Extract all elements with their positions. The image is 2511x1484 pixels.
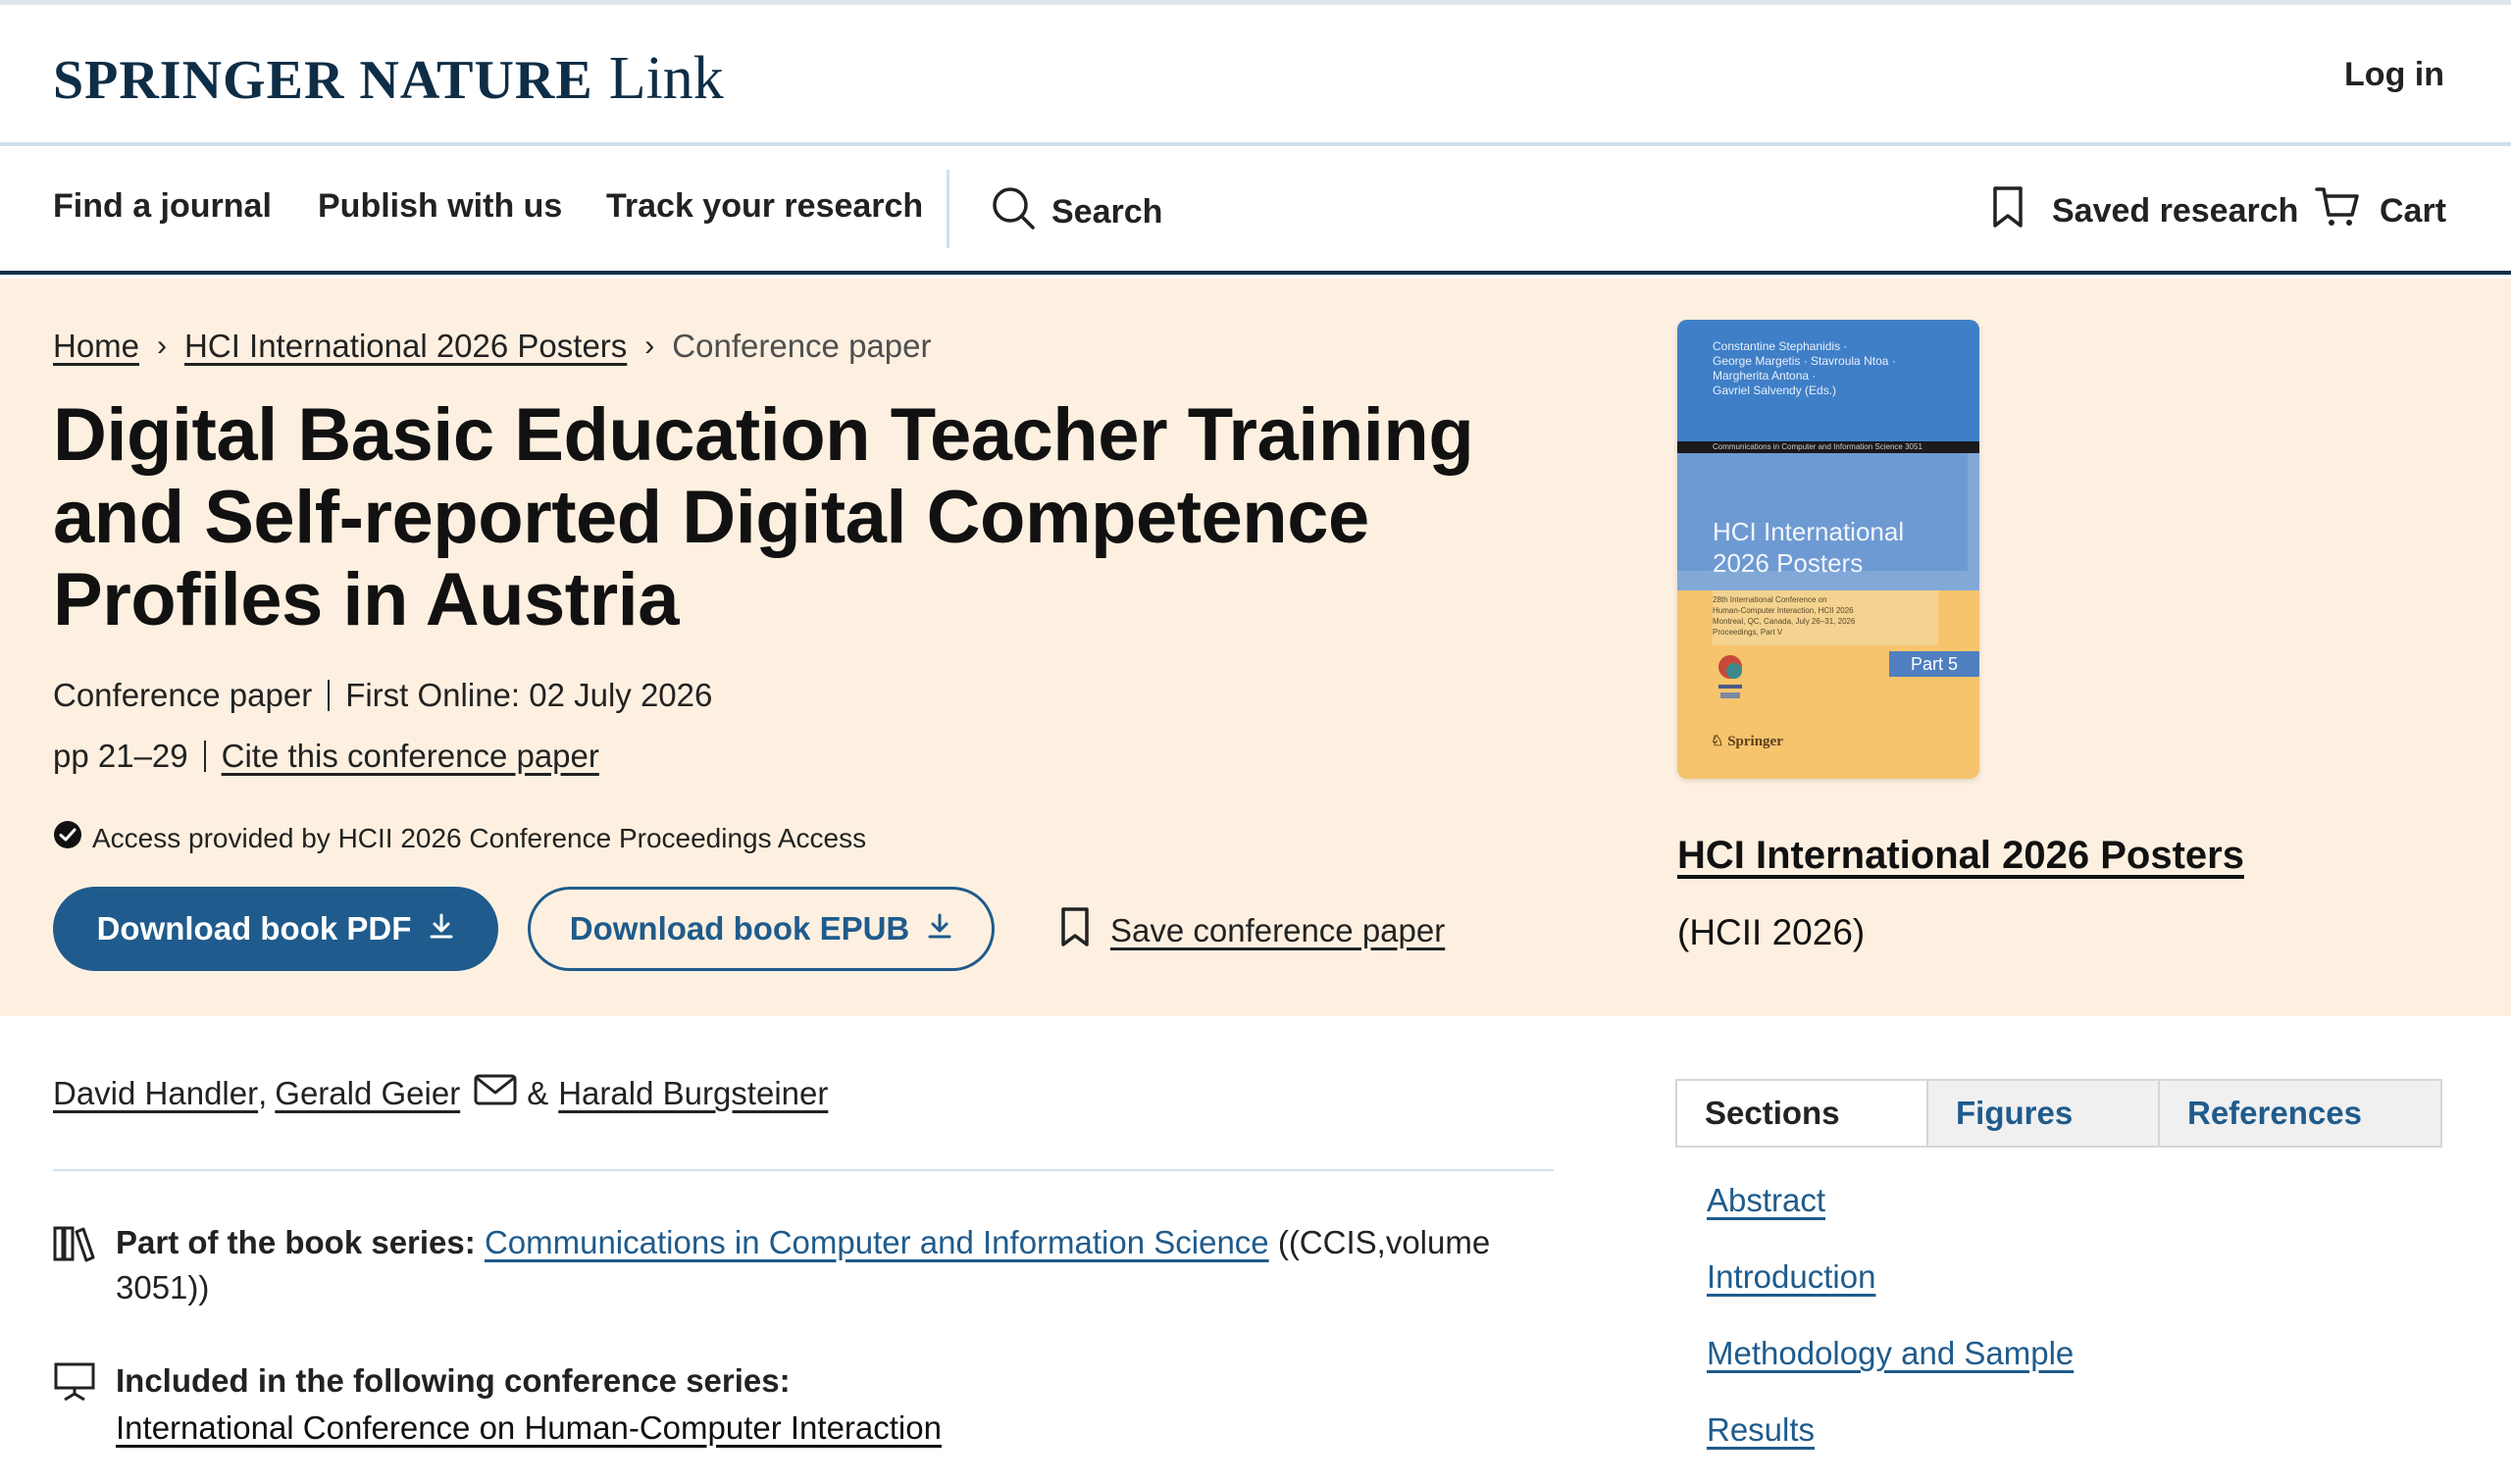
breadcrumb: Home › HCI International 2026 Posters › … — [53, 328, 931, 365]
breadcrumb-book[interactable]: HCI International 2026 Posters — [184, 328, 627, 365]
cover-subtitle-line: Human-Computer Interaction, HCII 2026 — [1713, 606, 1854, 615]
cover-subtitle-line: Proceedings, Part V — [1713, 628, 1783, 637]
nav-track-research[interactable]: Track your research — [606, 187, 923, 226]
first-online-date: First Online: 02 July 2026 — [345, 677, 713, 713]
saved-research-link[interactable]: Saved research — [1991, 185, 2298, 237]
chevron-right-icon: › — [157, 330, 168, 362]
saved-research-label: Saved research — [2052, 192, 2299, 230]
book-series-text: Part of the book series: Communications … — [116, 1220, 1554, 1310]
download-pdf-label: Download book PDF — [96, 910, 412, 947]
cover-subtitle-box: 28th International Conference on Human-C… — [1713, 590, 1938, 645]
author-separator: , — [258, 1075, 268, 1111]
article-tabs: Sections Figures References — [1675, 1079, 2442, 1148]
toc-item-introduction[interactable]: Introduction — [1707, 1254, 2074, 1330]
nav-find-journal[interactable]: Find a journal — [53, 187, 272, 226]
cover-author-line: Gavriel Salvendy (Eds.) — [1713, 384, 1837, 397]
cover-series-band: Communications in Computer and Informati… — [1677, 441, 1979, 453]
cart-label: Cart — [2380, 192, 2447, 230]
cover-subtitle-line: Montreal, QC, Canada, July 26–31, 2026 — [1713, 617, 1856, 626]
save-paper-label: Save conference paper — [1110, 912, 1446, 948]
sections-list: Abstract Introduction Methodology and Sa… — [1707, 1177, 2074, 1483]
logo-link-text: Link — [608, 45, 724, 112]
chevron-right-icon: › — [644, 330, 655, 362]
main-navigation: Find a journal Publish with us Track you… — [0, 150, 2511, 275]
cover-publisher: ♘ Springer — [1711, 734, 1783, 749]
book-title-link[interactable]: HCI International 2026 Posters — [1677, 834, 2244, 878]
search-icon — [991, 185, 1036, 239]
article-meta-pages: pp 21–29 Cite this conference paper — [53, 738, 599, 775]
article-title: Digital Basic Education Teacher Training… — [53, 393, 1474, 641]
book-cover-image[interactable]: Constantine Stephanidis · George Margeti… — [1677, 320, 1979, 779]
cover-title: HCI International 2026 Posters — [1713, 516, 1904, 579]
toc-item-results[interactable]: Results — [1707, 1407, 2074, 1483]
site-header: SPRINGER NATURE Link Log in — [0, 5, 2511, 146]
breadcrumb-current: Conference paper — [672, 328, 932, 364]
author-link[interactable]: David Handler — [53, 1075, 258, 1112]
cover-part-badge: Part 5 — [1889, 651, 1979, 677]
toc-item-abstract[interactable]: Abstract — [1707, 1177, 2074, 1254]
article-meta-type: Conference paper First Online: 02 July 2… — [53, 677, 712, 714]
logo-brand-text: SPRINGER NATURE — [53, 50, 593, 111]
cite-paper-link[interactable]: Cite this conference paper — [222, 738, 599, 775]
access-text: Access provided by HCII 2026 Conference … — [92, 822, 867, 853]
download-pdf-button[interactable]: Download book PDF — [53, 887, 498, 971]
email-icon[interactable] — [474, 1073, 517, 1114]
cover-subtitle-line: 28th International Conference on — [1713, 595, 1827, 604]
book-series-link[interactable]: Communications in Computer and Informati… — [485, 1224, 1269, 1260]
article-type: Conference paper — [53, 677, 313, 713]
download-icon — [429, 910, 454, 947]
meta-separator — [203, 741, 206, 772]
author-link[interactable]: Gerald Geier — [275, 1075, 460, 1112]
cover-publisher-name: Springer — [1727, 734, 1783, 749]
access-note: Access provided by HCII 2026 Conference … — [53, 820, 866, 856]
conference-series-label: Included in the following conference ser… — [116, 1362, 791, 1399]
bookmark-icon — [1059, 906, 1091, 955]
author-link[interactable]: Harald Burgsteiner — [558, 1075, 828, 1112]
nav-divider — [947, 170, 949, 248]
tab-figures[interactable]: Figures — [1926, 1081, 2158, 1146]
cart-link[interactable]: Cart — [2315, 185, 2446, 237]
cover-author-line: Constantine Stephanidis · — [1713, 339, 1848, 353]
login-link[interactable]: Log in — [2344, 56, 2444, 94]
meta-separator — [328, 680, 331, 711]
search-label: Search — [1051, 193, 1163, 230]
section-divider — [53, 1169, 1554, 1171]
conference-series-info: Included in the following conference ser… — [53, 1357, 1554, 1452]
book-series-label: Part of the book series: — [116, 1224, 476, 1260]
author-ampersand: & — [527, 1075, 549, 1111]
conference-series-link[interactable]: International Conference on Human-Comput… — [116, 1409, 942, 1446]
search-button[interactable]: Search — [991, 185, 1162, 239]
cover-author-line: Margherita Antona · — [1713, 369, 1817, 383]
cover-authors: Constantine Stephanidis · George Margeti… — [1713, 339, 1896, 398]
article-hero: Home › HCI International 2026 Posters › … — [0, 279, 2511, 1016]
download-icon — [927, 910, 952, 947]
toc-item-methodology[interactable]: Methodology and Sample — [1707, 1330, 2074, 1407]
conference-logo-icon — [1713, 653, 1748, 704]
cover-subtitle: 28th International Conference on Human-C… — [1713, 594, 1855, 638]
cover-series-text: Communications in Computer and Informati… — [1713, 442, 1922, 451]
book-series-info: Part of the book series: Communications … — [53, 1220, 1554, 1310]
cover-author-line: George Margetis · Stavroula Ntoa · — [1713, 354, 1896, 368]
cart-icon — [2315, 185, 2360, 237]
cover-title-line: 2026 Posters — [1713, 548, 1864, 578]
presentation-icon — [53, 1361, 96, 1452]
bookmark-icon — [1991, 185, 2024, 237]
book-abbreviation: (HCII 2026) — [1677, 912, 1866, 952]
springer-nature-link-logo[interactable]: SPRINGER NATURE Link — [53, 44, 724, 114]
tab-sections[interactable]: Sections — [1677, 1081, 1926, 1146]
tab-references[interactable]: References — [2158, 1081, 2440, 1146]
author-list: David Handler , Gerald Geier & Harald Bu… — [53, 1073, 828, 1114]
save-paper-link[interactable]: Save conference paper — [1059, 906, 1445, 955]
download-epub-button[interactable]: Download book EPUB — [528, 887, 995, 971]
nav-publish-with-us[interactable]: Publish with us — [318, 187, 562, 226]
cover-title-line: HCI International — [1713, 517, 1905, 546]
breadcrumb-home[interactable]: Home — [53, 328, 139, 365]
conference-series-text: Included in the following conference ser… — [116, 1357, 942, 1452]
page-range: pp 21–29 — [53, 738, 188, 774]
books-icon — [53, 1224, 96, 1310]
download-epub-label: Download book EPUB — [569, 910, 910, 947]
check-circle-icon — [53, 820, 82, 856]
